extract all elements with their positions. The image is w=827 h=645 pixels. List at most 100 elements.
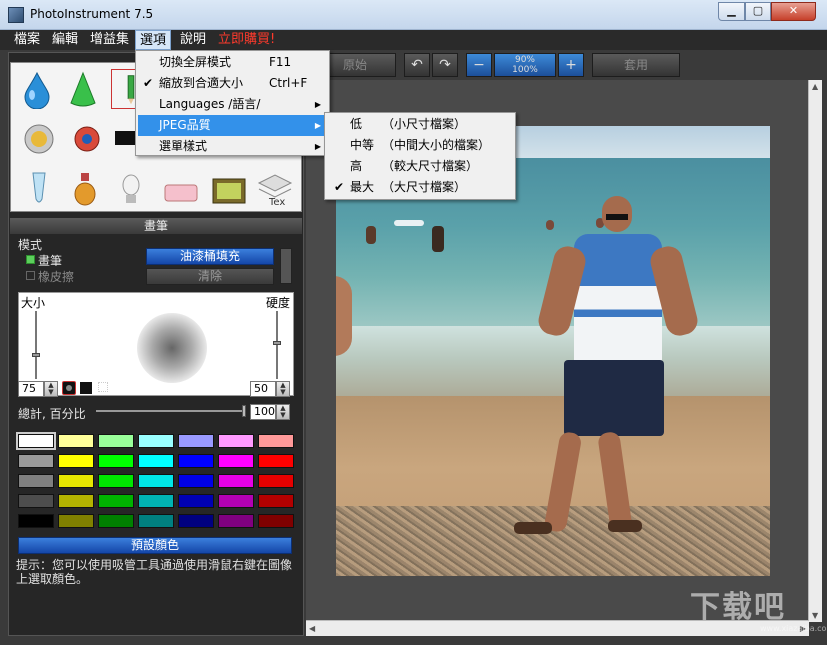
- color-swatch[interactable]: [178, 434, 214, 448]
- total-percent-label: 總計, 百分比: [18, 405, 86, 422]
- color-swatch[interactable]: [138, 514, 174, 528]
- color-swatch[interactable]: [218, 474, 254, 488]
- jpeg-quality-maximum[interactable]: ✔ 最大 （大尺寸檔案）: [327, 177, 513, 198]
- jpeg-quality-high[interactable]: 高 （較大尺寸檔案）: [327, 156, 513, 177]
- vertical-scrollbar[interactable]: ▲ ▼: [808, 80, 822, 622]
- panel-toggle[interactable]: [280, 248, 292, 284]
- cone-tool-icon[interactable]: [63, 69, 103, 109]
- menu-item-desc: （小尺寸檔案）: [382, 114, 466, 135]
- color-swatch[interactable]: [178, 494, 214, 508]
- menu-buy-now[interactable]: 立即購買!: [216, 30, 277, 50]
- jpeg-quality-low[interactable]: 低 （小尺寸檔案）: [327, 114, 513, 135]
- color-swatch[interactable]: [58, 474, 94, 488]
- color-swatch[interactable]: [98, 494, 134, 508]
- badge-tool-icon[interactable]: [19, 119, 59, 159]
- total-slider-track[interactable]: [96, 410, 244, 412]
- menu-item-fullscreen[interactable]: 切換全屏模式 F11: [138, 52, 327, 73]
- color-swatch[interactable]: [18, 514, 54, 528]
- square-brush-shape[interactable]: [80, 382, 92, 394]
- svg-text:Tex: Tex: [268, 197, 285, 208]
- close-button[interactable]: ✕: [771, 2, 816, 21]
- color-swatch[interactable]: [18, 454, 54, 468]
- scroll-up-icon[interactable]: ▲: [812, 82, 818, 91]
- zoom-out-icon[interactable]: −: [466, 53, 492, 77]
- water-drop-tool-icon[interactable]: [17, 69, 57, 109]
- menu-options[interactable]: 選項: [135, 30, 171, 50]
- menu-item-fit-to-window[interactable]: ✔ 縮放到合適大小 Ctrl+F: [138, 73, 327, 94]
- brush-panel-header: 畫筆: [10, 218, 302, 234]
- test-tube-tool-icon[interactable]: [19, 169, 59, 209]
- apply-button[interactable]: 套用: [592, 53, 680, 77]
- color-swatch[interactable]: [18, 474, 54, 488]
- menu-item-languages[interactable]: Languages /語言/ ▶: [138, 94, 327, 115]
- color-swatch[interactable]: [58, 494, 94, 508]
- hardness-slider-thumb[interactable]: [273, 341, 281, 345]
- color-swatch[interactable]: [58, 454, 94, 468]
- color-swatch[interactable]: [258, 454, 294, 468]
- clear-button[interactable]: 清除: [146, 268, 274, 285]
- scroll-left-icon[interactable]: ◀: [309, 624, 315, 633]
- maximize-button[interactable]: ▢: [745, 2, 771, 21]
- color-swatch[interactable]: [218, 434, 254, 448]
- preset-colors-button[interactable]: 預設顏色: [18, 537, 292, 554]
- menu-item-menu-style[interactable]: 選單樣式 ▶: [138, 136, 327, 157]
- hardness-input[interactable]: 50: [250, 381, 276, 397]
- size-slider-track[interactable]: [35, 311, 37, 379]
- bulb-tool-icon[interactable]: [111, 169, 151, 209]
- color-swatch[interactable]: [138, 474, 174, 488]
- menu-file[interactable]: 檔案: [12, 30, 42, 50]
- text-tool-icon[interactable]: Tex: [255, 169, 295, 209]
- minimize-button[interactable]: ▁: [718, 2, 745, 21]
- menu-plugins[interactable]: 增益集: [88, 30, 131, 50]
- color-swatch[interactable]: [98, 474, 134, 488]
- color-swatch[interactable]: [258, 434, 294, 448]
- color-swatch[interactable]: [178, 474, 214, 488]
- total-percent-spinner[interactable]: ▲▼: [276, 404, 290, 420]
- color-swatch[interactable]: [258, 494, 294, 508]
- redo-icon[interactable]: ↷: [432, 53, 458, 77]
- color-swatch[interactable]: [138, 434, 174, 448]
- color-swatch[interactable]: [258, 474, 294, 488]
- color-swatch[interactable]: [98, 454, 134, 468]
- selection-brush-shape[interactable]: [98, 382, 108, 392]
- color-swatch[interactable]: [18, 434, 54, 448]
- total-slider-thumb[interactable]: [242, 405, 246, 417]
- round-brush-shape[interactable]: [62, 381, 76, 395]
- color-swatch[interactable]: [258, 514, 294, 528]
- red-eye-tool-icon[interactable]: [67, 119, 107, 159]
- color-swatch[interactable]: [138, 454, 174, 468]
- color-swatch[interactable]: [218, 514, 254, 528]
- color-swatch[interactable]: [178, 454, 214, 468]
- color-swatch[interactable]: [98, 514, 134, 528]
- fill-bucket-button[interactable]: 油漆桶填充: [146, 248, 274, 265]
- menu-item-jpeg-quality[interactable]: JPEG品質 ▶: [138, 115, 327, 136]
- color-swatch[interactable]: [218, 454, 254, 468]
- color-swatch[interactable]: [218, 494, 254, 508]
- color-swatch[interactable]: [58, 434, 94, 448]
- hardness-spinner[interactable]: ▲▼: [276, 381, 290, 397]
- zoom-level-bottom: 100%: [512, 65, 538, 75]
- menu-item-label: 縮放到合適大小: [159, 73, 243, 94]
- jpeg-quality-medium[interactable]: 中等 （中間大小的檔案）: [327, 135, 513, 156]
- color-swatch[interactable]: [58, 514, 94, 528]
- zoom-in-icon[interactable]: +: [558, 53, 584, 77]
- color-swatch[interactable]: [138, 494, 174, 508]
- tv-tool-icon[interactable]: [209, 171, 249, 211]
- undo-icon[interactable]: ↶: [404, 53, 430, 77]
- eraser-tool-icon[interactable]: [161, 173, 201, 213]
- eraser-mode-radio[interactable]: [26, 271, 35, 280]
- black-bar-tool-icon[interactable]: [115, 131, 135, 145]
- menu-edit[interactable]: 編輯: [50, 30, 80, 50]
- size-input[interactable]: 75: [18, 381, 44, 397]
- menu-help[interactable]: 說明: [178, 30, 208, 50]
- brush-mode-radio[interactable]: [26, 255, 35, 264]
- color-swatch[interactable]: [18, 494, 54, 508]
- zoom-level-button[interactable]: 90% 100%: [494, 53, 556, 77]
- total-percent-input[interactable]: 100: [250, 404, 276, 420]
- size-spinner[interactable]: ▲▼: [44, 381, 58, 397]
- hardness-slider-track[interactable]: [276, 311, 278, 379]
- size-slider-thumb[interactable]: [32, 353, 40, 357]
- perfume-bottle-tool-icon[interactable]: [65, 169, 105, 209]
- color-swatch[interactable]: [98, 434, 134, 448]
- color-swatch[interactable]: [178, 514, 214, 528]
